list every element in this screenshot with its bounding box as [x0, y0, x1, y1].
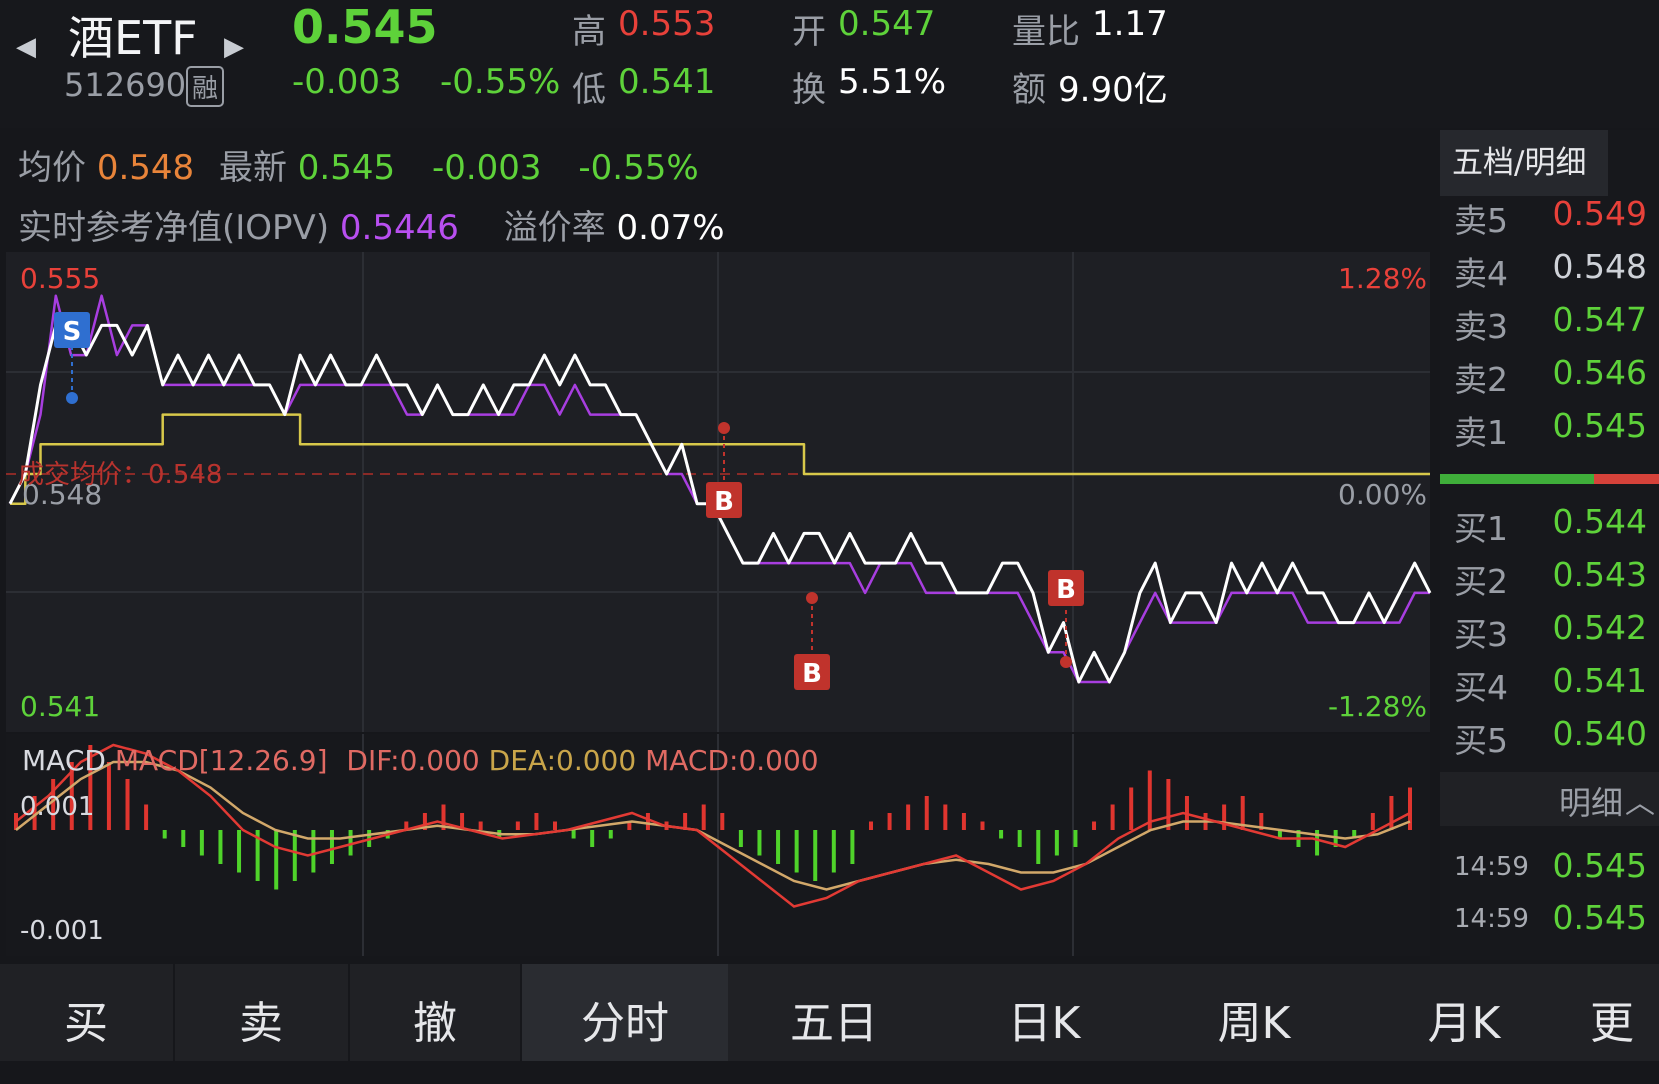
ask-price: 0.548: [1552, 247, 1647, 286]
macd-y-bottom-label: -0.001: [20, 916, 104, 946]
trade-time: 14:59: [1454, 904, 1529, 934]
ask-price: 0.549: [1552, 194, 1647, 233]
macd-label: MACD: [22, 744, 106, 777]
buy-marker-letter: B: [1056, 575, 1076, 605]
low-label: 低: [572, 70, 606, 110]
ask-price: 0.545: [1552, 406, 1647, 445]
margin-badge: 融: [186, 66, 225, 107]
iopv-value: 0.5446: [339, 208, 459, 248]
sell-button[interactable]: 卖: [175, 964, 347, 1061]
pct-axis-top-label: 1.28%: [1338, 262, 1427, 295]
avg-label: 均价: [18, 148, 86, 188]
bid-label: 买1: [1454, 509, 1508, 548]
premium-value: 0.07%: [616, 208, 725, 248]
tab-monthly-k[interactable]: 月K: [1360, 964, 1568, 1061]
turnover-value: 5.51%: [838, 62, 947, 102]
turnover-label: 换: [792, 70, 826, 110]
buy-marker-dot: [806, 592, 818, 604]
tab-more[interactable]: 更: [1590, 964, 1659, 1061]
tab-weekly-k[interactable]: 周K: [1150, 964, 1358, 1061]
high-value: 0.553: [618, 4, 716, 44]
buy-marker-dot: [718, 422, 730, 434]
y-axis-bottom-label: 0.541: [20, 690, 101, 723]
bid-price: 0.541: [1552, 661, 1647, 700]
info-change-pct: -0.55%: [578, 148, 699, 188]
premium-label: 溢价率: [503, 208, 606, 248]
tab-intraday[interactable]: 分时: [522, 964, 728, 1061]
bid-label: 买2: [1454, 562, 1508, 601]
latest-label: 最新: [218, 148, 287, 188]
macd-header: MACD MACD[12.26.9] DIF:0.000 DEA:0.000 M…: [22, 744, 819, 777]
tab-five-day[interactable]: 五日: [730, 964, 938, 1061]
trade-price: 0.545: [1552, 846, 1647, 885]
ask-label: 卖5: [1454, 201, 1508, 240]
bid-ask-ratio-bar: [1440, 474, 1659, 484]
sell-marker-letter: S: [63, 317, 82, 347]
iopv-label: 实时参考净值(IOPV): [18, 208, 330, 248]
latest-value: 0.545: [297, 148, 396, 188]
ask-price: 0.547: [1552, 300, 1647, 339]
last-price: 0.545: [292, 0, 438, 54]
bottom-bar: 买 卖 撤 分时 五日 日K 周K 月K 更: [0, 964, 1659, 1061]
detail-toggle-label: 明细: [1558, 784, 1623, 822]
detail-toggle[interactable]: 明细 ︿: [1440, 772, 1659, 826]
bid-price: 0.540: [1552, 714, 1647, 753]
buy-marker-letter: B: [714, 487, 734, 517]
avg-price-line: 均价 0.548 最新 0.545 -0.003 -0.55%: [18, 140, 699, 189]
bid-label: 买5: [1454, 721, 1508, 760]
macd-y-top-label: 0.001: [20, 792, 95, 822]
amount-value: 9.90亿: [1058, 70, 1168, 110]
low-value: 0.541: [618, 62, 716, 102]
macd-params: MACD[12.26.9]: [114, 744, 328, 777]
vol-ratio-label: 量比: [1012, 12, 1080, 52]
buy-marker-letter: B: [802, 659, 822, 689]
info-change: -0.003: [431, 148, 542, 188]
security-code: 512690: [64, 66, 187, 104]
bid-label: 买3: [1454, 615, 1508, 654]
prev-arrow-icon[interactable]: ◀: [16, 32, 36, 62]
ask-label: 卖3: [1454, 307, 1508, 346]
trade-time: 14:59: [1454, 852, 1529, 882]
open-label: 开: [792, 12, 826, 52]
next-arrow-icon[interactable]: ▶: [224, 32, 244, 62]
buy-button[interactable]: 买: [0, 964, 172, 1061]
tab-order-book-detail[interactable]: 五档/明细: [1440, 130, 1608, 196]
open-value: 0.547: [838, 4, 936, 44]
vol-ratio-value: 1.17: [1092, 4, 1168, 44]
price-change-pct: -0.55%: [440, 62, 561, 102]
chevron-up-icon: ︿: [1625, 786, 1655, 821]
bid-price: 0.543: [1552, 555, 1647, 594]
buy-marker-dot: [1060, 656, 1072, 668]
avg-value: 0.548: [96, 148, 195, 188]
pct-axis-bottom-label: -1.28%: [1327, 690, 1427, 723]
bid-label: 买4: [1454, 668, 1508, 707]
trade-price: 0.545: [1552, 898, 1647, 937]
bid-price: 0.542: [1552, 608, 1647, 647]
bid-price: 0.544: [1552, 502, 1647, 541]
pct-axis-mid-label: 0.00%: [1338, 478, 1427, 511]
cancel-button[interactable]: 撤: [350, 964, 520, 1061]
macd-value: MACD:0.000: [645, 744, 819, 777]
high-label: 高: [572, 12, 606, 52]
sell-marker-dot: [66, 392, 78, 404]
avg-line-label: 成交均价：0.548: [18, 460, 223, 490]
amount-label: 额: [1012, 70, 1046, 110]
tab-daily-k[interactable]: 日K: [940, 964, 1148, 1061]
quote-header: ◀ 酒ETF ▶ 512690 融 0.545 -0.003 -0.55% 高 …: [0, 0, 1659, 128]
ask-label: 卖4: [1454, 254, 1508, 293]
macd-dea: DEA:0.000: [488, 744, 637, 777]
price-change: -0.003: [292, 62, 402, 102]
security-name: 酒ETF: [68, 11, 198, 65]
y-axis-top-label: 0.555: [20, 262, 101, 295]
ask-label: 卖1: [1454, 413, 1508, 452]
ask-label: 卖2: [1454, 360, 1508, 399]
order-book-panel: 五档/明细 卖5 0.549 卖4 0.548 卖3 0.547 卖2 0.546 卖1 0.54…: [1440, 130, 1659, 960]
ask-price: 0.546: [1552, 353, 1647, 392]
macd-dif: DIF:0.000: [346, 744, 480, 777]
intraday-chart[interactable]: S B B B: [0, 252, 1436, 956]
iopv-line: 实时参考净值(IOPV) 0.5446 溢价率 0.07%: [18, 200, 725, 249]
